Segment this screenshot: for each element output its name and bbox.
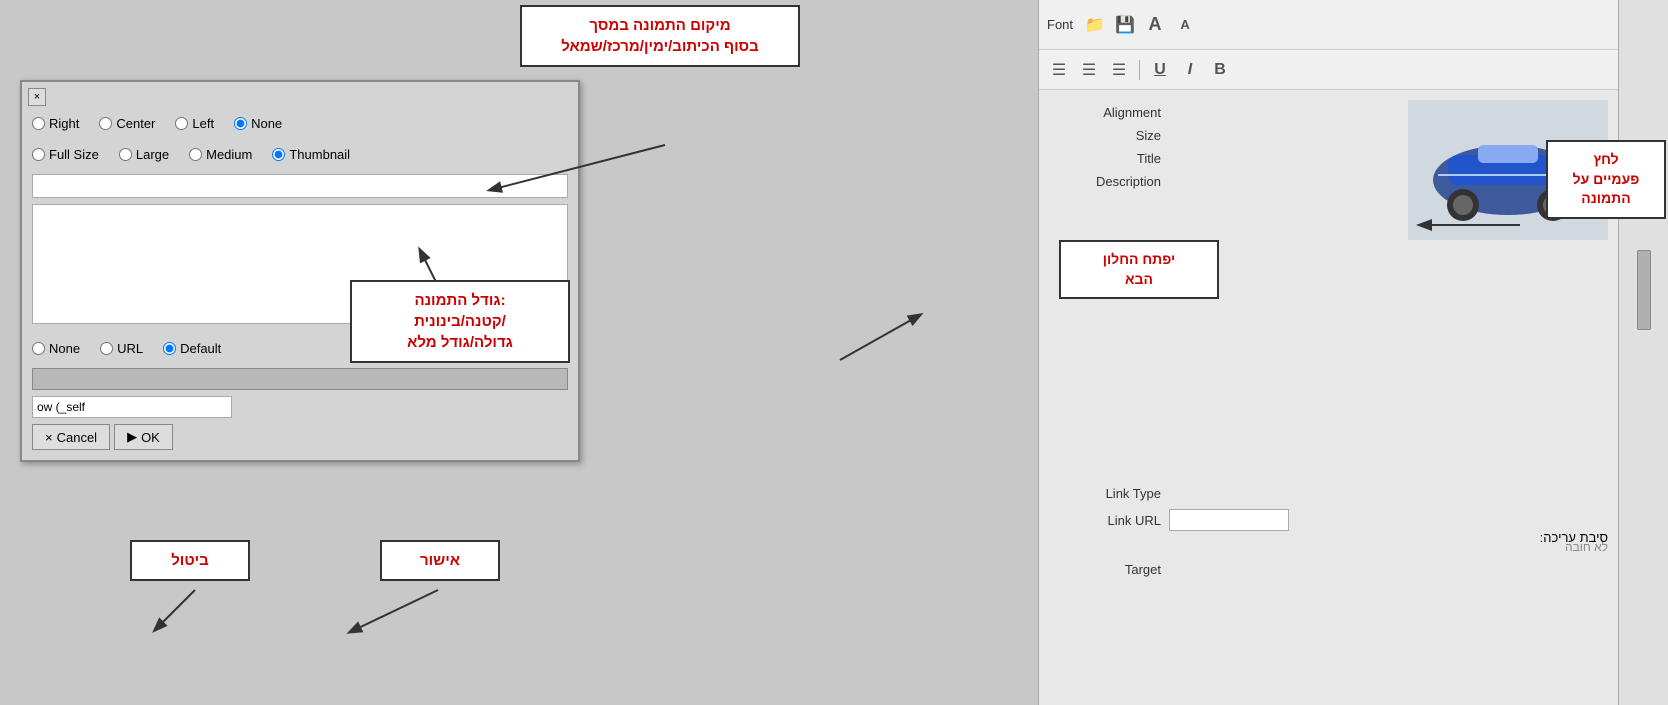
radio-medium[interactable]: Medium <box>189 147 252 162</box>
ok-button[interactable]: ▶ OK <box>114 424 173 450</box>
radio-default[interactable]: Default <box>163 341 221 356</box>
link-section: Link Type Link URL לא חובה Target <box>1039 486 1618 585</box>
link-type-field-row: Link Type <box>1049 486 1608 501</box>
underline-icon[interactable]: U <box>1148 58 1172 82</box>
align-center-icon[interactable]: ☰ <box>1077 58 1101 82</box>
callout-top: מיקום התמונה במסך בסוף הכיתוב/ימין/מרכז/… <box>520 5 800 67</box>
target-field-row: Target <box>1049 562 1608 577</box>
desc-field-label: Description <box>1049 174 1169 189</box>
he-label-area: סיבת עריכה: <box>1540 530 1608 545</box>
link-url-input[interactable] <box>1169 509 1289 531</box>
toolbar-sep <box>1139 60 1140 80</box>
radio-center[interactable]: Center <box>99 116 155 131</box>
italic-icon[interactable]: I <box>1178 58 1202 82</box>
callout-next-window: יפתח החלון הבא <box>1059 240 1219 299</box>
link-type-field-label: Link Type <box>1049 486 1169 501</box>
callout-cancel: ביטול <box>130 540 250 581</box>
target-input[interactable] <box>32 396 232 418</box>
toolbar-row1: Font 📁 💾 A A <box>1039 0 1618 50</box>
right-panel: Font 📁 💾 A A ☰ ☰ ☰ U I B <box>1038 0 1618 705</box>
radio-right[interactable]: Right <box>32 116 79 131</box>
alignment-field-row: Alignment <box>1049 105 1398 120</box>
target-field-label: Target <box>1049 562 1169 577</box>
right-panel-content: יפתח החלון הבא Alignment Size Title Desc… <box>1039 90 1618 705</box>
font-label: Font <box>1047 17 1073 32</box>
align-right-icon[interactable]: ☰ <box>1107 58 1131 82</box>
radio-url[interactable]: URL <box>100 341 143 356</box>
main-container: מיקום התמונה במסך בסוף הכיתוב/ימין/מרכז/… <box>0 0 1668 705</box>
size-field-row: Size <box>1049 128 1398 143</box>
title-input[interactable] <box>32 174 568 198</box>
font-size-icon[interactable]: A <box>1143 13 1167 37</box>
dialog-area: מיקום התמונה במסך בסוף הכיתוב/ימין/מרכז/… <box>0 0 1038 705</box>
far-right-panel: לחץ פעמיים על התמונה <box>1618 0 1668 705</box>
button-row: × Cancel ▶ OK <box>32 424 568 450</box>
link-url-field-row: Link URL <box>1049 509 1608 531</box>
size-row: Full Size Large Medium Thumbnail <box>32 143 568 166</box>
scrollbar-thumb[interactable] <box>1637 250 1651 330</box>
callout-size: גודל התמונה: קטנה/בינונית/ גדולה/גודל מל… <box>350 280 570 363</box>
save-icon[interactable]: 💾 <box>1113 13 1137 37</box>
target-row <box>32 396 568 418</box>
radio-left[interactable]: Left <box>175 116 214 131</box>
link-url-bar <box>32 368 568 390</box>
callout-click-image: לחץ פעמיים על התמונה <box>1546 140 1666 219</box>
alignment-field-label: Alignment <box>1049 105 1169 120</box>
radio-none-link[interactable]: None <box>32 341 80 356</box>
folder-icon[interactable]: 📁 <box>1083 13 1107 37</box>
toolbar-row2: ☰ ☰ ☰ U I B <box>1039 50 1618 90</box>
image-dialog: × Right Center Left <box>20 80 580 462</box>
link-url-field-label: Link URL <box>1049 513 1169 528</box>
radio-fullsize[interactable]: Full Size <box>32 147 99 162</box>
cancel-button[interactable]: × Cancel <box>32 424 110 450</box>
callout-ok: אישור <box>380 540 500 581</box>
desc-field-row: Description <box>1049 174 1398 189</box>
radio-large[interactable]: Large <box>119 147 169 162</box>
alignment-row: Right Center Left None <box>32 112 568 135</box>
title-field-label: Title <box>1049 151 1169 166</box>
bold-icon[interactable]: B <box>1208 58 1232 82</box>
dialog-close-button[interactable]: × <box>28 88 46 106</box>
radio-thumbnail[interactable]: Thumbnail <box>272 147 350 162</box>
title-field-row: Title <box>1049 151 1398 166</box>
font-size-small-icon[interactable]: A <box>1173 13 1197 37</box>
size-field-label: Size <box>1049 128 1169 143</box>
link-url-hint: לא חובה <box>1049 539 1608 554</box>
radio-none-align[interactable]: None <box>234 116 282 131</box>
cancel-icon: × <box>45 430 53 445</box>
align-left-icon[interactable]: ☰ <box>1047 58 1071 82</box>
ok-icon: ▶ <box>127 429 137 445</box>
